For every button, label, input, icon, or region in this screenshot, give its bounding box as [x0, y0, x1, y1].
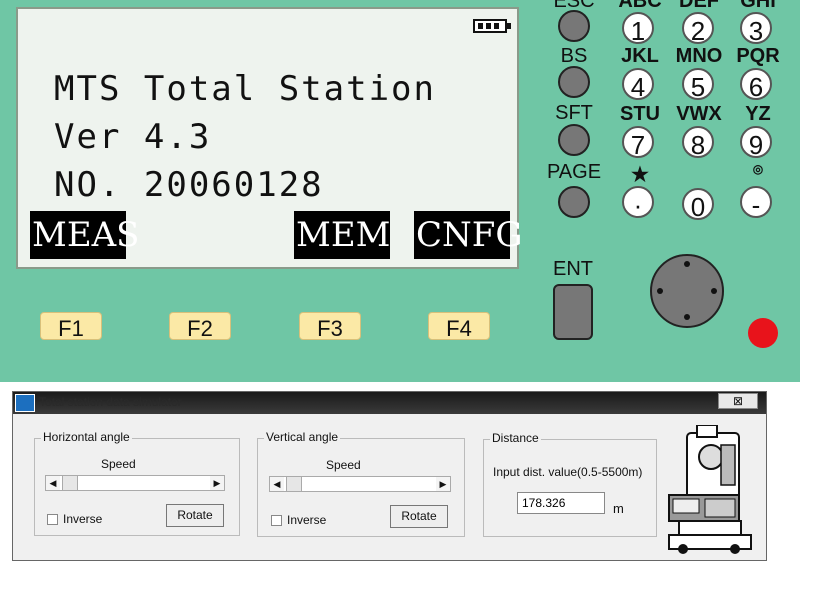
distance-unit: m — [613, 501, 624, 516]
display-serial: NO. 20060128 — [54, 165, 324, 205]
distance-prompt: Input dist. value(0.5-5500m) — [493, 465, 643, 479]
scroll-thumb[interactable] — [62, 476, 78, 490]
sft-button[interactable] — [558, 124, 590, 156]
key-9[interactable]: 9 — [740, 126, 772, 160]
horizontal-inverse-checkbox[interactable] — [47, 514, 58, 525]
scroll-left-icon[interactable]: ◀ — [270, 477, 284, 491]
key-5-letters: MNO — [675, 45, 723, 67]
ent-button[interactable] — [553, 284, 593, 340]
direction-pad[interactable] — [650, 254, 724, 328]
key-2[interactable]: 2 — [682, 12, 714, 46]
scroll-right-icon[interactable]: ▶ — [436, 477, 450, 491]
esc-button[interactable] — [558, 10, 590, 42]
key-minus[interactable]: - — [740, 186, 772, 220]
key-7[interactable]: 7 — [622, 126, 654, 160]
horizontal-speed-scrollbar[interactable]: ◀ ▶ — [45, 475, 225, 491]
target-icon: ◎ — [752, 162, 764, 176]
key-dot[interactable]: · — [622, 186, 654, 220]
f1-key[interactable]: F1 — [40, 312, 102, 340]
vertical-rotate-button[interactable]: Rotate — [390, 505, 448, 528]
vertical-speed-label: Speed — [326, 458, 361, 472]
key-3-letters: GHI — [740, 0, 776, 12]
window-title: Total station data simulator — [39, 395, 182, 409]
vertical-inverse-label: Inverse — [287, 513, 327, 527]
key-6-letters: PQR — [736, 45, 780, 67]
key-0[interactable]: 0 — [682, 188, 714, 222]
horizontal-rotate-button[interactable]: Rotate — [166, 504, 224, 527]
page-button[interactable] — [558, 186, 590, 218]
key-3[interactable]: 3 — [740, 12, 772, 46]
horizontal-angle-group: Horizontal angle Speed ◀ ▶ Inverse Rotat… — [34, 430, 240, 536]
battery-icon — [473, 19, 511, 33]
f4-key[interactable]: F4 — [428, 312, 490, 340]
title-bar: Total station data simulator ⊠ — [13, 392, 766, 414]
key-1-letters: ABC — [618, 0, 662, 12]
softkey-mem[interactable]: MEM — [294, 211, 390, 259]
power-indicator-light — [748, 318, 778, 348]
vertical-speed-scrollbar[interactable]: ◀ ▶ — [269, 476, 451, 492]
distance-legend: Distance — [490, 431, 541, 445]
horizontal-inverse-label: Inverse — [63, 512, 103, 526]
page-label: PAGE — [546, 161, 602, 183]
f2-key[interactable]: F2 — [169, 312, 231, 340]
scroll-left-icon[interactable]: ◀ — [46, 476, 60, 490]
display-version: Ver 4.3 — [54, 117, 212, 157]
horizontal-speed-label: Speed — [101, 457, 136, 471]
key-4[interactable]: 4 — [622, 68, 654, 102]
softkey-meas[interactable]: MEAS — [30, 211, 139, 259]
vertical-inverse-checkbox[interactable] — [271, 515, 282, 526]
display-title: MTS Total Station — [54, 69, 436, 109]
horizontal-angle-legend: Horizontal angle — [41, 430, 132, 444]
sft-label: SFT — [555, 102, 593, 124]
close-button[interactable]: ⊠ — [718, 393, 758, 409]
scroll-thumb[interactable] — [286, 477, 302, 491]
key-9-letters: YZ — [745, 103, 771, 125]
distance-group: Distance Input dist. value(0.5-5500m) m — [483, 431, 657, 537]
star-icon: ★ — [631, 164, 649, 186]
vertical-angle-legend: Vertical angle — [264, 430, 341, 444]
total-station-panel: MTS Total Station Ver 4.3 NO. 20060128 M… — [0, 0, 800, 382]
bs-button[interactable] — [558, 66, 590, 98]
key-5[interactable]: 5 — [682, 68, 714, 102]
softkey-cnfg[interactable]: CNFG — [414, 211, 523, 259]
key-1[interactable]: 1 — [622, 12, 654, 46]
bs-label: BS — [560, 45, 588, 67]
lcd-display: MTS Total Station Ver 4.3 NO. 20060128 M… — [16, 7, 523, 269]
key-4-letters: JKL — [621, 45, 659, 67]
f3-key[interactable]: F3 — [299, 312, 361, 340]
key-8[interactable]: 8 — [682, 126, 714, 160]
app-icon — [15, 394, 35, 412]
key-8-letters: VWX — [676, 103, 722, 125]
vertical-angle-group: Vertical angle Speed ◀ ▶ Inverse Rotate — [257, 430, 465, 537]
key-6[interactable]: 6 — [740, 68, 772, 102]
ent-label: ENT — [553, 258, 593, 280]
simulator-window: Total station data simulator ⊠ Horizonta… — [12, 391, 767, 561]
distance-input[interactable]: 178.326 — [517, 492, 605, 514]
total-station-illustration — [668, 425, 752, 554]
key-7-letters: STU — [620, 103, 660, 125]
scroll-right-icon[interactable]: ▶ — [210, 476, 224, 490]
